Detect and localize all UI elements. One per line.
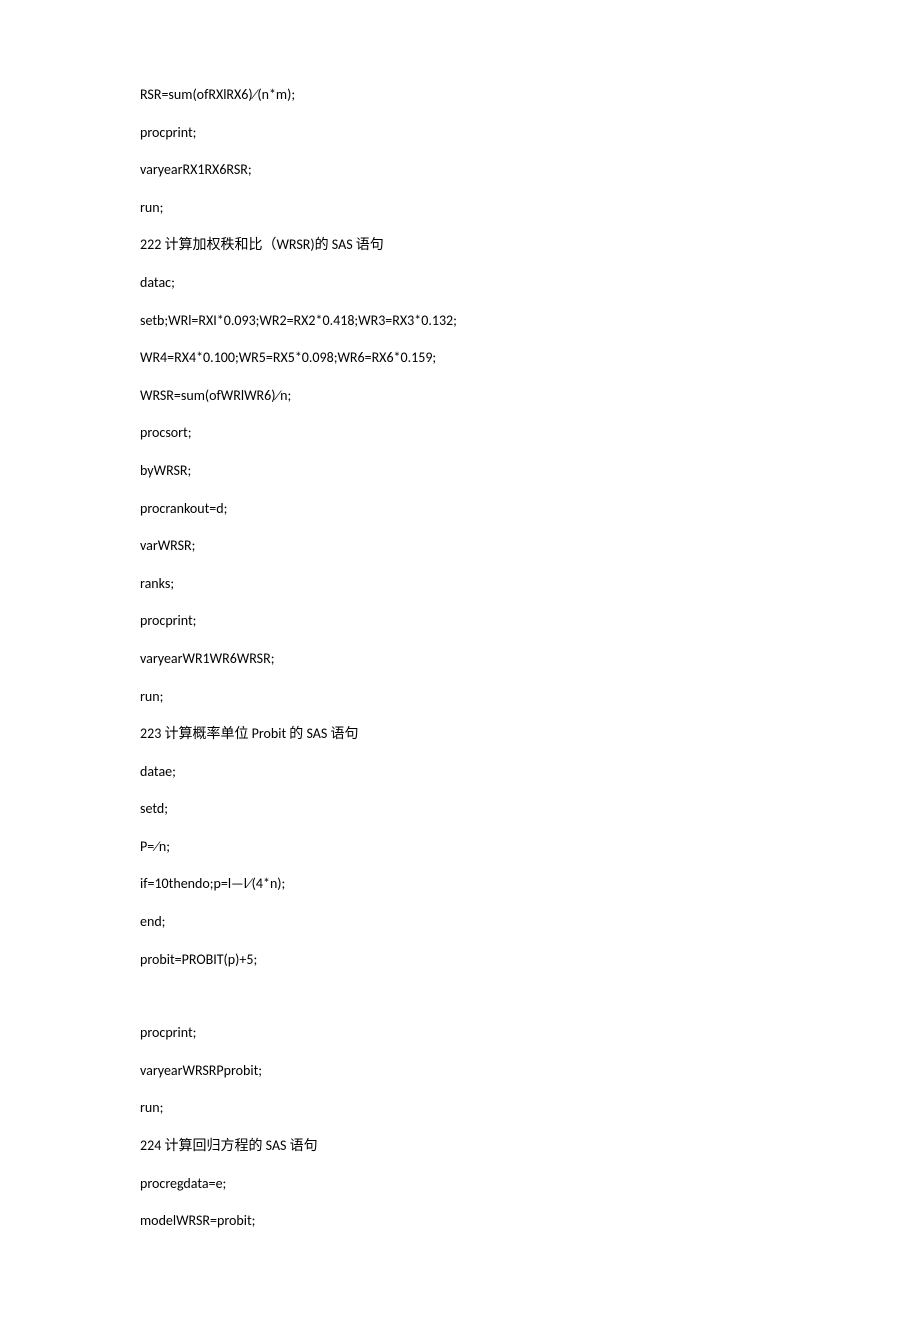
code-line: procrankout=d; bbox=[140, 499, 780, 519]
code-line: end; bbox=[140, 912, 780, 932]
code-line: ranks; bbox=[140, 574, 780, 594]
code-line: modelWRSR=probit; bbox=[140, 1211, 780, 1231]
code-line: RSR=sum(ofRXlRX6)∕(n*m); bbox=[140, 85, 780, 105]
code-line: procprint; bbox=[140, 1023, 780, 1043]
code-line: WR4=RX4*0.100;WR5=RX5*0.098;WR6=RX6*0.15… bbox=[140, 348, 780, 368]
code-line: datac; bbox=[140, 273, 780, 293]
code-line: setb;WRl=RXI*0.093;WR2=RX2*0.418;WR3=RX3… bbox=[140, 311, 780, 331]
code-line: procprint; bbox=[140, 123, 780, 143]
code-line: varyearRX1RX6RSR; bbox=[140, 160, 780, 180]
code-line: run; bbox=[140, 1098, 780, 1118]
code-line: P=∕n; bbox=[140, 837, 780, 857]
document-page: RSR=sum(ofRXlRX6)∕(n*m); procprint; vary… bbox=[0, 0, 920, 1329]
code-line: WRSR=sum(ofWRlWR6)∕n; bbox=[140, 386, 780, 406]
code-line: probit=PROBIT(p)+5; bbox=[140, 950, 780, 970]
code-line: varWRSR; bbox=[140, 536, 780, 556]
blank-line bbox=[140, 987, 780, 1005]
code-line: if=10thendo;p=l—l∕(4*n); bbox=[140, 874, 780, 894]
section-heading: 224 计算回归方程的 SAS 语句 bbox=[140, 1136, 780, 1156]
code-line: varyearWRSRPprobit; bbox=[140, 1061, 780, 1081]
code-line: procprint; bbox=[140, 611, 780, 631]
code-line: procregdata=e; bbox=[140, 1174, 780, 1194]
code-line: setd; bbox=[140, 799, 780, 819]
code-line: byWRSR; bbox=[140, 461, 780, 481]
code-line: run; bbox=[140, 687, 780, 707]
code-line: datae; bbox=[140, 762, 780, 782]
section-heading: 222 计算加权秩和比（WRSR)的 SAS 语句 bbox=[140, 235, 780, 255]
code-line: varyearWR1WR6WRSR; bbox=[140, 649, 780, 669]
code-line: procsort; bbox=[140, 423, 780, 443]
code-line: run; bbox=[140, 198, 780, 218]
section-heading: 223 计算概率单位 Probit 的 SAS 语句 bbox=[140, 724, 780, 744]
